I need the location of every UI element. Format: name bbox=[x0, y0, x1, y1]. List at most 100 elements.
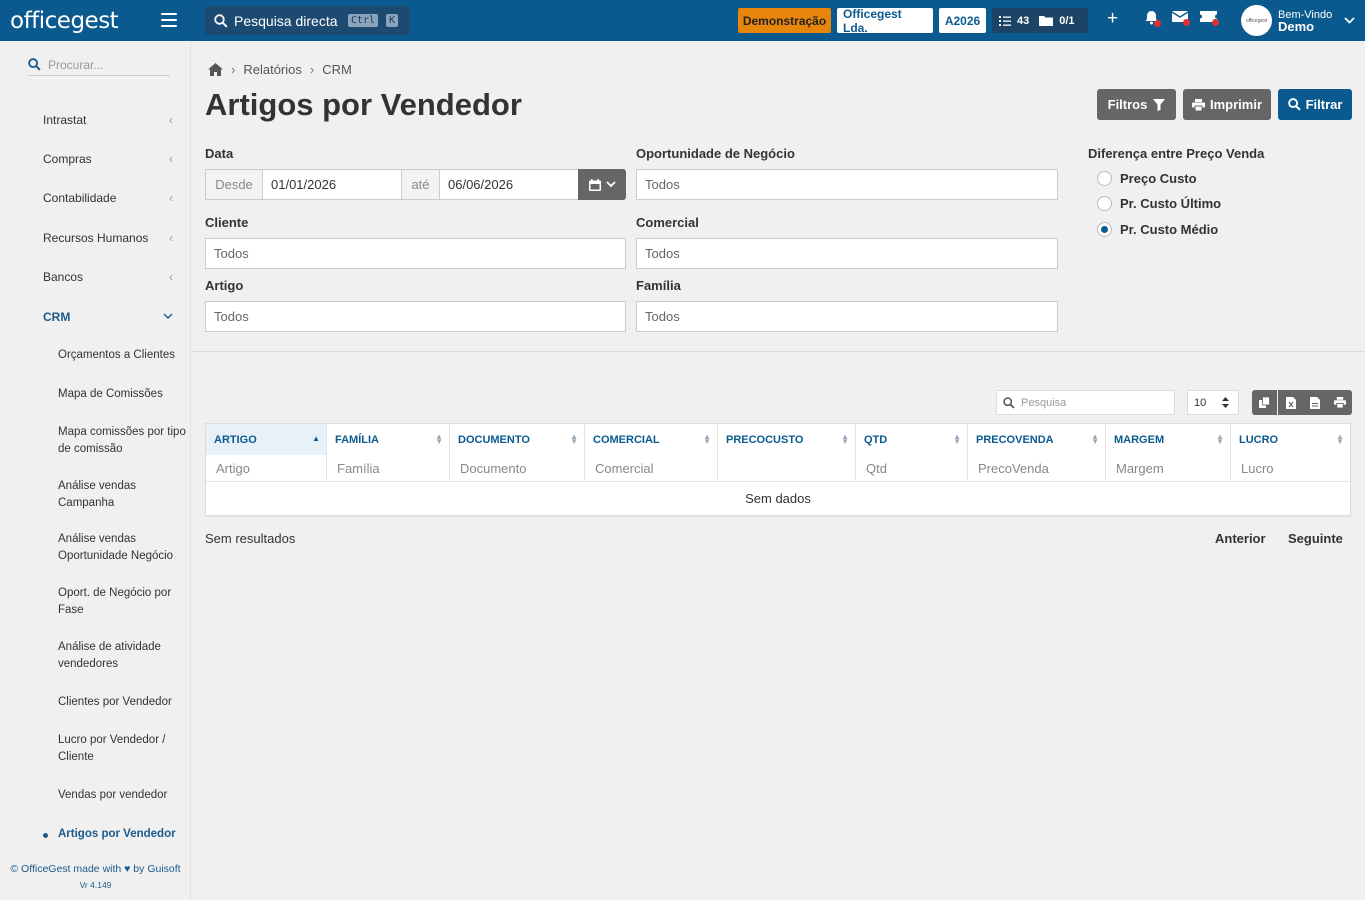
shortcut-ctrl: Ctrl bbox=[348, 14, 379, 27]
sidebar-item-bancos[interactable]: Bancos ‹ bbox=[43, 270, 175, 284]
column-header-artigo[interactable]: ARTIGO ▲ bbox=[206, 424, 327, 455]
next-page-button[interactable]: Seguinte bbox=[1288, 531, 1343, 546]
sidebar-subitem[interactable]: Mapa comissões por tipo de comissão bbox=[58, 424, 190, 458]
table-search-input[interactable]: Pesquisa bbox=[996, 390, 1175, 415]
sidebar-subitem[interactable]: Oport. de Negócio por Fase bbox=[58, 585, 190, 619]
column-header-label: FAMÍLIA bbox=[335, 433, 379, 446]
company-badge[interactable]: Officegest Lda. bbox=[837, 7, 933, 35]
column-header-precovenda[interactable]: PRECOVENDA ▲ ▼ bbox=[968, 424, 1106, 455]
bell-icon[interactable] bbox=[1144, 10, 1161, 30]
sidebar-search-input[interactable]: Procurar... bbox=[28, 54, 170, 76]
counters-group[interactable]: 43 0/1 bbox=[992, 8, 1088, 33]
filters-button[interactable]: Filtros bbox=[1097, 89, 1176, 120]
column-header-comercial[interactable]: COMERCIAL ▲ ▼ bbox=[585, 424, 718, 455]
add-icon[interactable]: + bbox=[1107, 9, 1118, 28]
search-icon bbox=[1003, 396, 1015, 409]
sidebar-subitem[interactable]: Mapa de Comissões bbox=[58, 386, 190, 403]
sidebar-subitem[interactable]: Clientes por Vendedor bbox=[58, 694, 190, 711]
column-header-precocusto[interactable]: PRECOCUSTO ▲ ▼ bbox=[718, 424, 856, 455]
filter-comercial[interactable]: Comercial bbox=[585, 455, 718, 481]
page-size-select[interactable]: 10 bbox=[1187, 390, 1239, 415]
article-select[interactable]: Todos bbox=[205, 301, 626, 332]
mail-icon[interactable] bbox=[1171, 10, 1190, 28]
column-header-label: LUCRO bbox=[1239, 433, 1279, 446]
sidebar-item-crm[interactable]: CRM bbox=[43, 310, 175, 324]
sort-icon: ▲ ▼ bbox=[841, 432, 849, 446]
opportunity-select[interactable]: Todos bbox=[636, 169, 1058, 200]
print-button[interactable]: Imprimir bbox=[1183, 89, 1271, 120]
column-header-label: DOCUMENTO bbox=[458, 433, 530, 446]
family-select[interactable]: Todos bbox=[636, 301, 1058, 332]
apply-filter-button[interactable]: Filtrar bbox=[1278, 89, 1352, 120]
sidebar-subitem[interactable]: Orçamentos a Clientes bbox=[58, 347, 190, 364]
results-count: Sem resultados bbox=[205, 531, 296, 546]
sidebar-subitem[interactable]: Análise de atividade vendedores bbox=[58, 639, 190, 673]
radio-pr-custo-ultimo[interactable]: Pr. Custo Último bbox=[1097, 196, 1221, 211]
chevron-left-icon: ‹ bbox=[169, 152, 173, 166]
global-search[interactable]: Pesquisa directa Ctrl K bbox=[205, 6, 410, 35]
shortcut-k: K bbox=[386, 14, 399, 27]
radio-button[interactable] bbox=[1097, 171, 1112, 186]
column-header-lucro[interactable]: LUCRO ▲ ▼ bbox=[1231, 424, 1350, 455]
app-logo[interactable]: officegest bbox=[0, 8, 120, 34]
printer-icon[interactable] bbox=[1327, 390, 1352, 415]
sidebar-subitem[interactable]: Análise vendas Campanha bbox=[58, 478, 190, 512]
folder-icon bbox=[1039, 16, 1054, 26]
chevron-down-icon bbox=[1344, 17, 1355, 24]
sidebar-item-compras[interactable]: Compras ‹ bbox=[43, 152, 175, 166]
filter-familia[interactable]: Família bbox=[327, 455, 450, 481]
chevron-right-icon: › bbox=[231, 62, 236, 77]
column-header-familia[interactable]: FAMÍLIA ▲ ▼ bbox=[327, 424, 450, 455]
column-header-qtd[interactable]: QTD ▲ ▼ bbox=[856, 424, 968, 455]
filter-precovenda[interactable]: PrecoVenda bbox=[968, 455, 1106, 481]
active-dot bbox=[43, 833, 48, 838]
breadcrumb-crm[interactable]: CRM bbox=[322, 62, 352, 77]
sidebar-item-recursos-humanos[interactable]: Recursos Humanos ‹ bbox=[43, 231, 175, 245]
sidebar-subitem[interactable]: Vendas por vendedor bbox=[58, 787, 190, 804]
radio-preco-custo[interactable]: Preço Custo bbox=[1097, 171, 1197, 186]
filter-lucro[interactable]: Lucro bbox=[1231, 455, 1350, 481]
column-header-documento[interactable]: DOCUMENTO ▲ ▼ bbox=[450, 424, 585, 455]
commercial-select[interactable]: Todos bbox=[636, 238, 1058, 269]
column-header-label: ARTIGO bbox=[214, 433, 257, 446]
sidebar-subitem-active[interactable]: Artigos por Vendedor bbox=[58, 826, 190, 843]
radio-button-selected[interactable] bbox=[1097, 222, 1112, 237]
sidebar-item-contabilidade[interactable]: Contabilidade ‹ bbox=[43, 191, 175, 205]
sidebar-item-label: Intrastat bbox=[43, 113, 87, 127]
excel-icon[interactable] bbox=[1278, 390, 1303, 415]
home-icon[interactable] bbox=[208, 63, 223, 76]
filter-qtd[interactable]: Qtd bbox=[856, 455, 968, 481]
year-badge[interactable]: A2026 bbox=[939, 8, 986, 33]
column-header-label: COMERCIAL bbox=[593, 433, 660, 446]
sidebar-search-placeholder: Procurar... bbox=[48, 57, 104, 72]
date-picker-button[interactable] bbox=[578, 169, 626, 200]
breadcrumb-relatorios[interactable]: Relatórios bbox=[243, 62, 302, 77]
sort-icon: ▲ ▼ bbox=[1216, 432, 1224, 446]
radio-pr-custo-medio[interactable]: Pr. Custo Médio bbox=[1097, 222, 1218, 237]
filter-documento[interactable]: Documento bbox=[450, 455, 585, 481]
copy-icon[interactable] bbox=[1252, 390, 1277, 415]
client-select[interactable]: Todos bbox=[205, 238, 626, 269]
table-search-placeholder: Pesquisa bbox=[1021, 396, 1067, 409]
radio-label: Pr. Custo Último bbox=[1120, 196, 1222, 211]
filter-precocusto[interactable] bbox=[718, 455, 856, 481]
sidebar-subitem[interactable]: Lucro por Vendedor / Cliente bbox=[58, 732, 190, 766]
file-icon[interactable] bbox=[1302, 390, 1327, 415]
to-addon: até bbox=[401, 169, 440, 200]
sidebar-subitem[interactable]: Análise vendas Oportunidade Negócio bbox=[58, 531, 190, 565]
date-to-input[interactable]: 06/06/2026 bbox=[439, 169, 579, 200]
previous-page-button[interactable]: Anterior bbox=[1215, 531, 1266, 546]
chevron-left-icon: ‹ bbox=[169, 231, 173, 245]
menu-toggle-icon[interactable] bbox=[161, 13, 177, 27]
filter-margem[interactable]: Margem bbox=[1106, 455, 1231, 481]
filter-artigo[interactable]: Artigo bbox=[206, 455, 327, 481]
user-menu[interactable]: officegest Bem-Vindo Demo bbox=[1241, 5, 1355, 36]
ticket-icon[interactable] bbox=[1200, 10, 1219, 28]
commercial-label: Comercial bbox=[636, 215, 699, 230]
sidebar-item-intrastat[interactable]: Intrastat ‹ bbox=[43, 113, 175, 127]
radio-button[interactable] bbox=[1097, 196, 1112, 211]
family-label: Família bbox=[636, 278, 681, 293]
column-header-margem[interactable]: MARGEM ▲ ▼ bbox=[1106, 424, 1231, 455]
date-from-input[interactable]: 01/01/2026 bbox=[262, 169, 402, 200]
demo-badge[interactable]: Demonstração bbox=[738, 8, 831, 33]
